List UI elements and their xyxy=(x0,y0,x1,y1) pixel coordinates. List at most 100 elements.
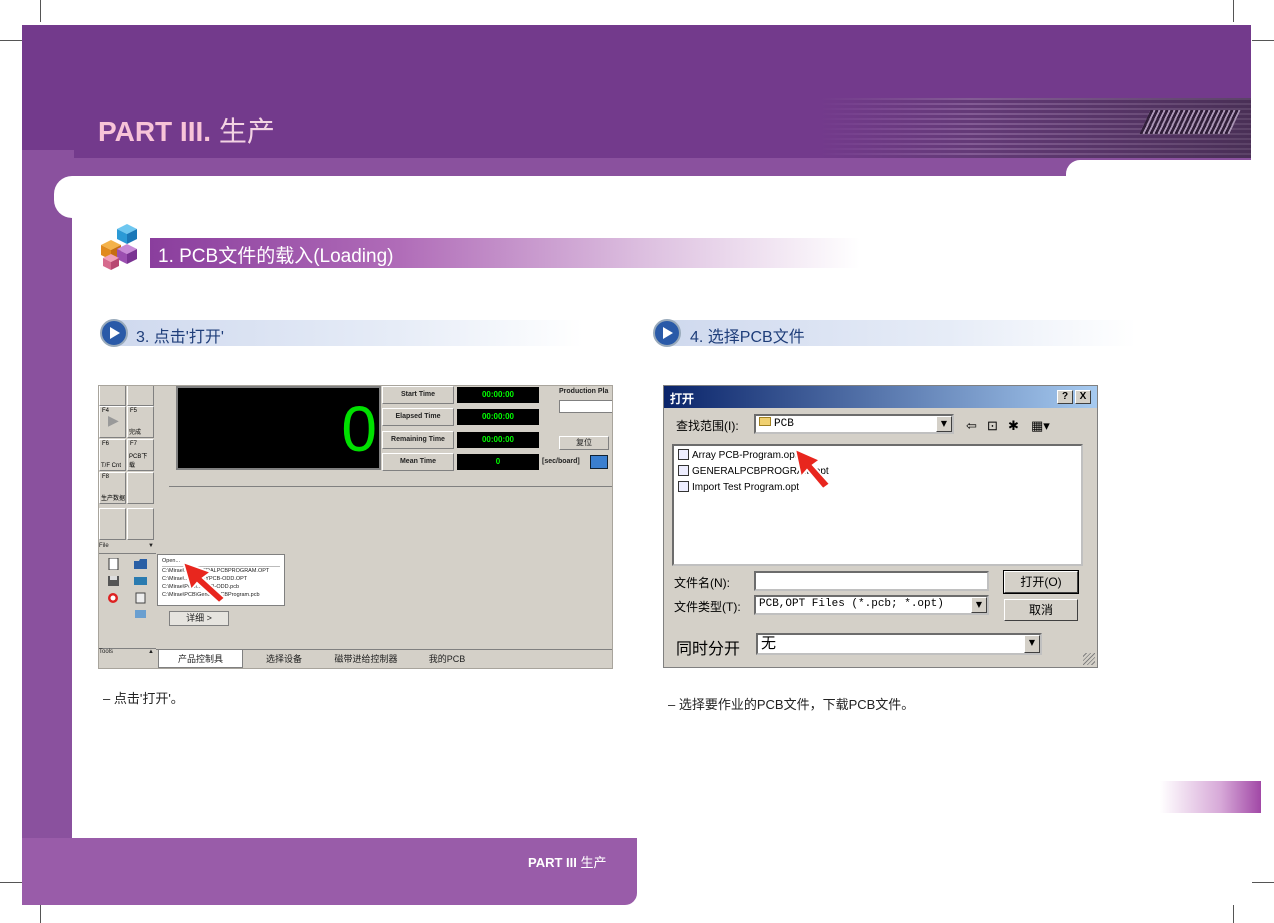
crop-mark xyxy=(0,882,22,883)
document-icon xyxy=(678,449,689,460)
chevron-down-icon[interactable]: ▼ xyxy=(936,416,952,432)
save-icon[interactable] xyxy=(107,575,120,587)
step-3-title: 3. 点击'打开' xyxy=(136,329,224,346)
part-title-cn: 生产 xyxy=(218,116,275,147)
network-icon[interactable] xyxy=(134,609,147,621)
open-button[interactable]: 打开(O) xyxy=(1003,570,1079,594)
footer-label: PART III 生产 xyxy=(528,852,607,871)
open-folder-icon[interactable] xyxy=(134,558,147,570)
part-label: PART III. xyxy=(98,116,212,147)
document-icon xyxy=(678,465,689,476)
page-number-tab xyxy=(1160,781,1261,813)
mean-time-label: Mean Time xyxy=(382,453,454,471)
file-item[interactable]: Array PCB-Program.opt xyxy=(678,449,798,461)
cubes-icon xyxy=(101,224,137,270)
footer-part-title: 生产 xyxy=(580,855,607,870)
fkey-button[interactable] xyxy=(127,386,154,406)
fkey-f5[interactable]: F5 完成 xyxy=(127,406,154,438)
sec-board-label: [sec/board] xyxy=(542,458,580,465)
up-folder-icon[interactable]: ⊡ xyxy=(987,418,998,434)
start-time-value: 00:00:00 xyxy=(457,387,539,403)
filetype-label: 文件类型(T): xyxy=(674,600,741,614)
look-in-label: 查找范围(I): xyxy=(676,419,739,433)
save-as-icon[interactable] xyxy=(134,575,147,587)
header-notch xyxy=(1066,160,1251,178)
reset-button[interactable]: 复位 xyxy=(559,436,609,450)
tab-product-control[interactable]: 产品控制具 xyxy=(158,650,243,668)
production-screen-screenshot: F4 ▶ F5 完成 F6 T/F Cnt F7 PCB下载 F8 生产数据 0 Star… xyxy=(98,385,613,669)
step-4-caption: – 选择要作业的PCB文件，下载PCB文件。 xyxy=(668,697,915,712)
document-icon xyxy=(678,481,689,492)
new-file-icon[interactable] xyxy=(107,558,120,570)
close-file-icon[interactable] xyxy=(107,592,120,604)
step-3-caption: – 点击'打开'。 xyxy=(103,691,184,706)
look-in-combo[interactable]: PCB ▼ xyxy=(754,414,954,434)
step-4-title: 4. 选择PCB文件 xyxy=(690,329,805,346)
tab-bar: 产品控制具 选择设备 磁带进给控制器 我的PCB xyxy=(156,649,612,668)
chip-image xyxy=(1139,110,1241,134)
start-time-label: Start Time xyxy=(382,386,454,404)
pointer-arrow-icon xyxy=(793,447,832,491)
view-menu-icon[interactable]: ▦▾ xyxy=(1031,418,1050,434)
play-circle-icon xyxy=(653,319,681,347)
fkey-f4[interactable]: F4 ▶ xyxy=(99,406,126,438)
pointer-arrow-icon xyxy=(181,560,227,604)
crop-mark xyxy=(1252,40,1274,41)
page-title: PART III. 生产 xyxy=(98,110,275,150)
production-plan-label: Production Pla xyxy=(559,388,609,395)
file-panel-header[interactable]: File ▼ xyxy=(99,543,156,554)
detail-button[interactable]: 详细 > xyxy=(169,611,229,626)
production-plan-field[interactable] xyxy=(559,400,612,413)
file-list: Array PCB-Program.opt GENERALPCBPROGRAM.… xyxy=(672,444,1083,566)
filename-label: 文件名(N): xyxy=(674,576,730,590)
elapsed-time-value: 00:00:00 xyxy=(457,409,539,425)
fkey-f6[interactable]: F6 T/F Cnt xyxy=(99,439,126,471)
crop-mark xyxy=(40,0,41,22)
play-circle-icon xyxy=(100,319,128,347)
crop-mark xyxy=(1233,905,1234,923)
counter-value: 0 xyxy=(341,393,377,465)
fkey-button[interactable] xyxy=(99,386,126,406)
simultaneous-select[interactable]: 无 ▼ xyxy=(756,633,1042,655)
footer-band xyxy=(22,838,637,905)
fkey-button[interactable] xyxy=(99,508,126,540)
cancel-button[interactable]: 取消 xyxy=(1004,599,1078,621)
file-item[interactable]: Import Test Program.opt xyxy=(678,481,799,493)
back-icon[interactable]: ⇦ xyxy=(966,418,977,434)
crop-mark xyxy=(0,40,22,41)
open-file-dialog-screenshot: 打开 ? X 查找范围(I): PCB ▼ ⇦ ⊡ ✱ ▦▾ Array PCB… xyxy=(663,385,1098,668)
chevron-down-icon[interactable]: ▼ xyxy=(971,597,987,613)
dialog-title-bar: 打开 xyxy=(664,386,1097,408)
fkey-f8[interactable]: F8 生产数据 xyxy=(99,472,126,504)
dialog-title: 打开 xyxy=(670,392,695,406)
tab-my-pcb[interactable]: 我的PCB xyxy=(414,650,480,668)
filetype-select[interactable]: PCB,OPT Files (*.pcb; *.opt) ▼ xyxy=(754,595,989,615)
fkey-f7[interactable]: F7 PCB下载 xyxy=(127,439,154,471)
fkey-button[interactable] xyxy=(127,508,154,540)
section-title: 1. PCB文件的载入(Loading) xyxy=(158,246,394,267)
refresh-icon[interactable] xyxy=(590,455,608,469)
new-folder-icon[interactable]: ✱ xyxy=(1008,418,1019,434)
folder-icon xyxy=(759,417,771,426)
filename-input[interactable] xyxy=(754,571,989,591)
chevron-down-icon[interactable]: ▼ xyxy=(1024,635,1040,653)
help-button[interactable]: ? xyxy=(1057,390,1073,404)
remaining-time-label: Remaining Time xyxy=(382,431,454,449)
section-white-tab xyxy=(54,176,1251,218)
resize-grip-icon[interactable] xyxy=(1083,653,1095,665)
left-frame-bar xyxy=(22,150,74,905)
close-button[interactable]: X xyxy=(1075,390,1091,404)
simultaneous-label: 同时分开 xyxy=(676,641,741,658)
counter-display: 0 xyxy=(176,386,381,470)
print-icon[interactable] xyxy=(134,592,147,604)
remaining-time-value: 00:00:00 xyxy=(457,432,539,448)
tab-select-device[interactable]: 选择设备 xyxy=(248,650,320,668)
tools-panel-header[interactable]: Tools ▲ xyxy=(99,648,156,659)
crop-mark xyxy=(1252,882,1274,883)
mean-time-value: 0 xyxy=(457,454,539,470)
tab-feeder-controller[interactable]: 磁带进给控制器 xyxy=(324,650,408,668)
footer-part-label: PART III xyxy=(528,855,577,870)
fkey-button[interactable] xyxy=(127,472,154,504)
crop-mark xyxy=(40,905,41,923)
crop-mark xyxy=(1233,0,1234,22)
